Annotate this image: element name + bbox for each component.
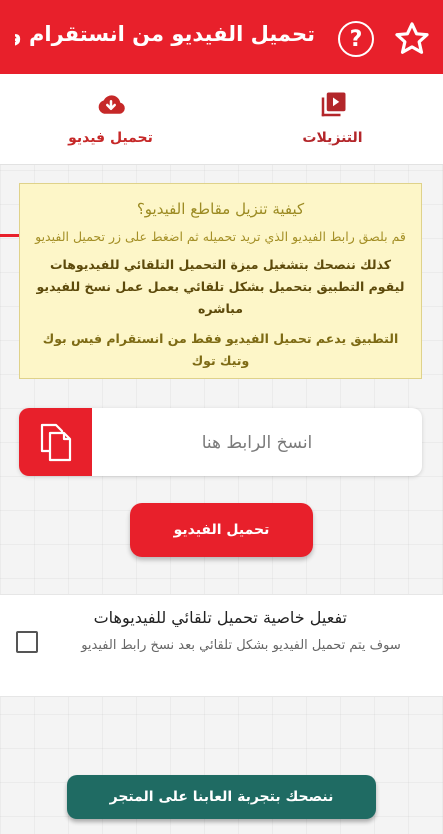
cloud-download-icon (98, 95, 125, 114)
instructions-question: كيفية تنزيل مقاطع الفيديو؟ (136, 200, 305, 218)
auto-download-description: سوف يتم تحميل الفيديو بشكل تلقائي بعد نس… (81, 638, 401, 653)
tab-download-video[interactable]: تحميل فيديو (0, 74, 221, 164)
tab-downloads[interactable]: التنزيلات (222, 74, 443, 164)
url-input-container (19, 408, 422, 476)
paste-icon (40, 423, 72, 462)
star-icon[interactable] (393, 20, 431, 58)
instructions-paragraph: كذلك ننصحك بتشغيل ميزة التحميل التلقائي … (36, 257, 405, 316)
auto-download-panel: تفعيل خاصية تحميل تلقائي للفيديوهات سوف … (0, 594, 443, 697)
tab-bar: تحميل فيديو التنزيلات (0, 74, 443, 237)
paste-button[interactable] (19, 408, 92, 476)
instructions-paragraph: التطبيق يدعم تحميل الفيديو فقط من انستقر… (42, 331, 399, 368)
instructions-paragraph: قم بلصق رابط الفيديو الذي تريد تحميله ثم… (35, 229, 406, 244)
app-title: تحميل الفيديو من انستقرام و ف... (15, 22, 315, 46)
app-header: ? تحميل الفيديو من انستقرام و ف... (0, 0, 443, 74)
tab-label: تحميل فيديو (68, 130, 153, 146)
auto-download-title: تفعيل خاصية تحميل تلقائي للفيديوهات (93, 608, 347, 627)
instructions-box: كيفية تنزيل مقاطع الفيديو؟ قم بلصق رابط … (19, 183, 422, 379)
video-library-icon (321, 92, 346, 117)
download-video-button[interactable]: تحميل الفيديو (130, 503, 313, 557)
auto-download-checkbox[interactable] (16, 631, 38, 653)
store-games-button[interactable]: ننصحك بتجربة العابنا على المتجر (67, 775, 376, 819)
help-icon[interactable]: ? (338, 21, 374, 57)
url-input[interactable] (99, 408, 415, 476)
tab-label: التنزيلات (302, 130, 363, 146)
